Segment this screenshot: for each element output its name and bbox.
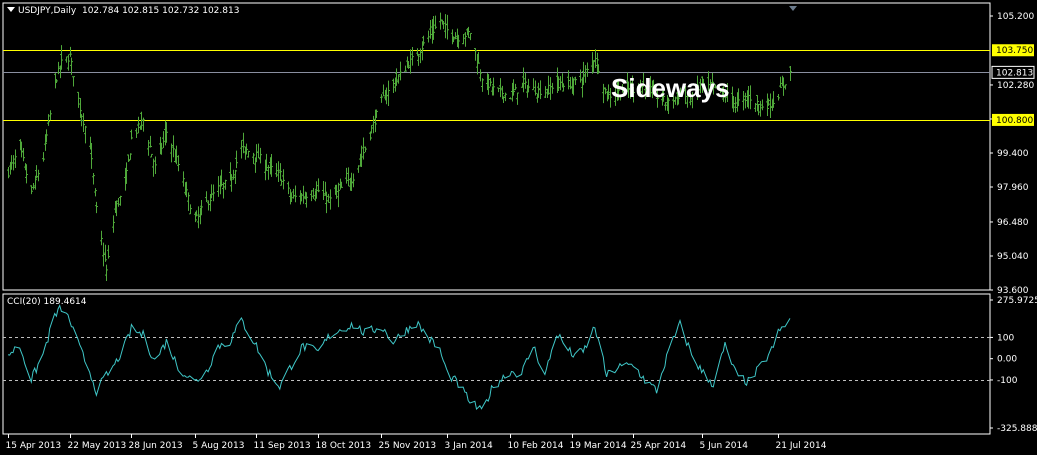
time-axis: 15 Apr 2013 22 May 2013 28 Jun 2013 5 Aug 2… xyxy=(6,434,827,451)
price-chart: 275.9725 100 0.00 -100 -325.888 105.200 102.2… xyxy=(2,2,1037,451)
cci-indicator[interactable]: 275.9725 100 0.00 -100 -325.888 xyxy=(3,296,1037,434)
price-tick-label: 93.600 xyxy=(997,286,1029,296)
price-axis: 105.200102.280100.84099.40097.96096.4809… xyxy=(990,12,1035,296)
time-tick-label: 18 Oct 2013 xyxy=(316,441,372,451)
ohlc-readout: 102.784 102.815 102.732 102.813 xyxy=(81,6,240,16)
level-tag-label: 103.750 xyxy=(996,46,1033,56)
level-tag-label: 100.800 xyxy=(996,116,1033,126)
chart-header[interactable]: USDJPY,Daily 102.784 102.815 102.732 102… xyxy=(7,6,239,16)
ohlc-bars[interactable] xyxy=(7,12,792,281)
time-tick-label: 10 Feb 2014 xyxy=(508,441,564,451)
symbol-label: USDJPY,Daily xyxy=(18,6,77,16)
time-tick-label: 5 Jun 2014 xyxy=(700,441,749,451)
cci-panel-frame xyxy=(2,293,991,435)
time-tick-label: 28 Jun 2013 xyxy=(129,441,183,451)
sideways-annotation[interactable]: Sideways xyxy=(611,73,730,104)
cci-header: CCI(20) 189.4614 xyxy=(7,297,87,307)
time-tick-label: 15 Apr 2013 xyxy=(6,441,62,451)
current-price-label: 102.813 xyxy=(996,68,1033,78)
time-tick-label: 25 Nov 2013 xyxy=(379,441,437,451)
chart-shift-marker-icon[interactable] xyxy=(789,6,797,11)
time-tick-label: 22 May 2013 xyxy=(68,441,127,451)
cci-tick-label: -100 xyxy=(997,376,1018,386)
time-tick-label: 5 Aug 2013 xyxy=(193,441,245,451)
price-tick-label: 95.040 xyxy=(997,252,1029,262)
time-tick-label: 25 Apr 2014 xyxy=(631,441,687,451)
price-tick-label: 105.200 xyxy=(997,12,1034,22)
cci-tick-label: 0.00 xyxy=(997,355,1017,365)
time-tick-label: 11 Sep 2013 xyxy=(254,441,311,451)
cci-tick-label: 100 xyxy=(997,333,1014,343)
price-tick-label: 96.480 xyxy=(997,218,1029,228)
chart-frames xyxy=(2,2,991,435)
price-tick-label: 99.400 xyxy=(997,149,1029,159)
cci-tick-label: 275.9725 xyxy=(997,296,1037,306)
time-tick-label: 21 Jul 2014 xyxy=(776,441,827,451)
horizontal-levels xyxy=(3,50,990,121)
cci-line xyxy=(7,304,791,410)
time-tick-label: 19 Mar 2014 xyxy=(570,441,627,451)
cci-tick-label: -325.888 xyxy=(997,424,1037,434)
price-tick-label: 97.960 xyxy=(997,183,1029,193)
dropdown-arrow-icon[interactable] xyxy=(7,7,15,12)
time-tick-label: 3 Jan 2014 xyxy=(445,441,493,451)
price-tick-label: 102.280 xyxy=(997,81,1034,91)
